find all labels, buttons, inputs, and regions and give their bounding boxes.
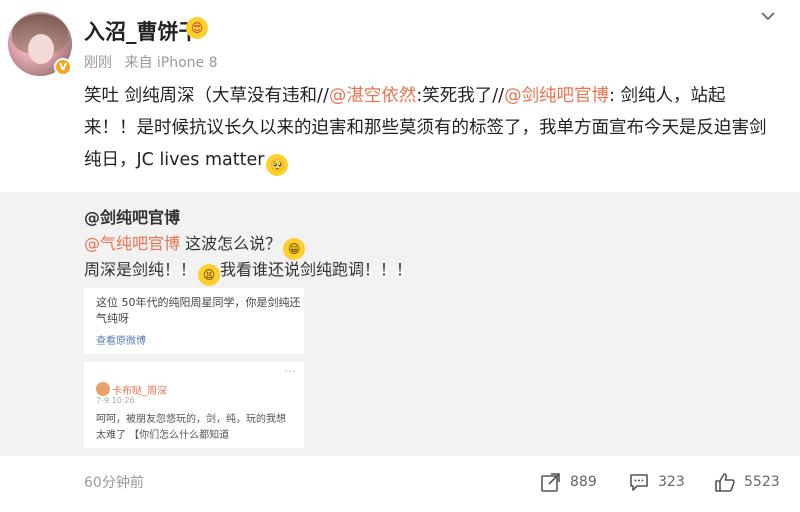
thumb-comment: 呵呵，被朋友忽悠玩的，剑，纯，玩的我想: [96, 414, 286, 425]
avatar-face: [28, 34, 54, 64]
post-text-part: :笑死我了//: [416, 86, 505, 106]
like-button[interactable]: 5523: [714, 470, 780, 494]
like-icon: [715, 473, 735, 492]
thumb-username: 卡布哒_周深: [112, 386, 167, 397]
repost-text: 我看谁还说剑纯跑调！！！: [220, 260, 413, 279]
share-icon: [541, 473, 560, 492]
chevron-down-icon[interactable]: [758, 6, 778, 26]
thumb-comment: 太难了 【你们怎么什么都知道: [96, 430, 230, 441]
thumb-text: 这位 50年代的纯阳周星同学，你是剑纯还: [96, 296, 301, 309]
mention-link[interactable]: @剑纯吧官博: [504, 86, 609, 106]
mention-link[interactable]: @湛空依然: [329, 86, 417, 106]
thumb-date: 7-9 10:26: [96, 396, 135, 405]
repost-text: 这波怎么说？: [180, 234, 282, 253]
repost-block[interactable]: @剑纯吧官博 @气纯吧官博 这波怎么说？ 😁 周深是剑纯！！ 😫 我看谁还说剑纯跑调！…: [0, 192, 800, 456]
post-text-part: 笑吐 剑纯周深（大草没有违和//: [84, 86, 329, 106]
like-count: 5523: [744, 474, 780, 490]
repost-image[interactable]: 这位 50年代的纯阳周星同学，你是剑纯还 气纯呀 查看原微博 ⋯ 卡布哒_周深 …: [84, 288, 304, 448]
thumb-avatar: [96, 382, 110, 396]
repost-text: 周深是剑纯！！: [84, 260, 197, 279]
post-meta: 刚刚 来自 iPhone 8: [84, 52, 226, 72]
thumb-divider: [84, 354, 304, 362]
tired-face-icon: 😫: [198, 264, 221, 286]
comment-icon: [630, 474, 648, 491]
post-source: 来自 iPhone 8: [124, 55, 218, 71]
repost-author[interactable]: @剑纯吧官博: [84, 204, 180, 228]
more-icon: ⋯: [284, 364, 296, 378]
thumb-text: 气纯呀: [96, 312, 129, 325]
username[interactable]: 入沼_曹饼干: [84, 16, 200, 46]
repost-button[interactable]: 889: [540, 470, 597, 494]
repost-line-2: 周深是剑纯！！ 😫 我看谁还说剑纯跑调！！！: [84, 256, 412, 286]
comment-count: 323: [658, 474, 685, 490]
post-time: 刚刚: [84, 55, 112, 71]
weibo-post: V 入沼_曹饼干 😍 刚刚 来自 iPhone 8 笑吐 剑纯周深（大草没有违和…: [0, 0, 800, 512]
post-text: 笑吐 剑纯周深（大草没有违和//@湛空依然:笑死我了//@剑纯吧官博: 剑纯人，…: [84, 80, 774, 176]
user-emoji-icon: 😍: [186, 17, 208, 39]
mention-link[interactable]: @气纯吧官博: [84, 234, 180, 253]
post-relative-time: 60分钟前: [84, 475, 144, 491]
verified-icon: V: [54, 58, 72, 76]
thumb-link: 查看原微博: [96, 336, 146, 347]
repost-count: 889: [570, 474, 597, 490]
comment-button[interactable]: 323: [628, 470, 685, 494]
pleading-face-icon: 🥺: [266, 154, 289, 176]
